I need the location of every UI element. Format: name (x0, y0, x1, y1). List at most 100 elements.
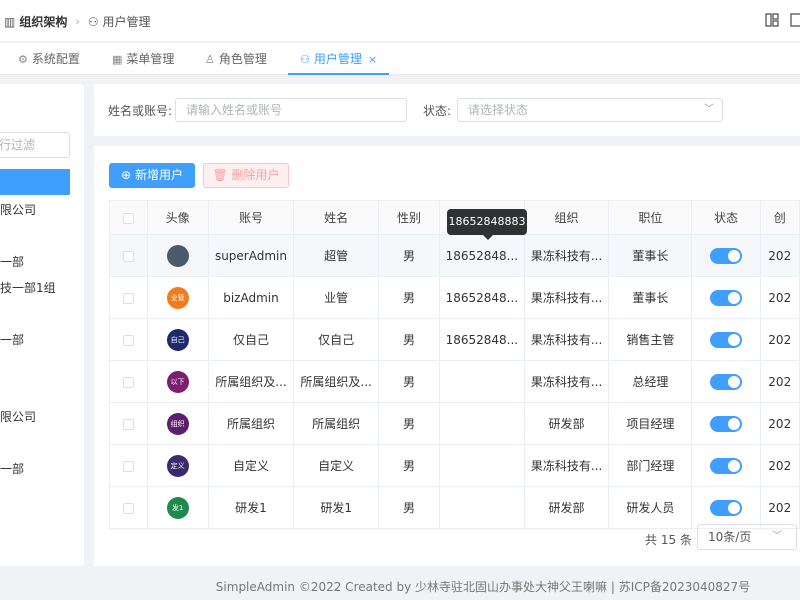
cell-account: bizAdmin (207, 276, 295, 319)
status-switch[interactable] (691, 402, 761, 445)
cell-gender: 男 (378, 444, 440, 487)
tree-item-selected[interactable] (0, 169, 70, 195)
avatar-image: 发1 (166, 496, 189, 519)
status-switch[interactable] (691, 360, 761, 403)
avatar-image: 以下 (166, 370, 189, 393)
tree-item[interactable]: 限公司 (0, 201, 36, 218)
cell-created: 202 (759, 318, 800, 361)
avatar: 以下 (146, 360, 209, 403)
tab-label: 用户管理 (313, 52, 362, 66)
tree-filter-input[interactable]: 行过滤 (0, 132, 70, 158)
checkbox[interactable] (122, 292, 134, 304)
tab-role-management[interactable]: ♙ 角色管理 (205, 43, 267, 75)
name-search-input[interactable]: 请输入姓名或账号 (175, 98, 407, 122)
cell-org: 果冻科技有... (523, 360, 610, 403)
name-label: 姓名或账号: (108, 104, 173, 118)
col-header-status: 状态 (691, 200, 761, 235)
chevron-right-icon: › (75, 15, 80, 28)
page-size-value: 10条/页 (708, 530, 752, 544)
row-checkbox[interactable] (109, 360, 148, 403)
org-icon: ▥ (4, 14, 16, 29)
status-switch[interactable] (691, 276, 761, 319)
cell-gender: 男 (378, 234, 440, 277)
row-checkbox[interactable] (109, 486, 148, 529)
cell-created: 202 (759, 360, 800, 403)
layout-icon[interactable] (764, 12, 780, 28)
toggle-switch[interactable] (709, 247, 742, 264)
table-row[interactable]: 自己 仅自己 仅自己男 18652848... 果冻科技有... 销售主管 202 (109, 318, 800, 361)
cell-org: 果冻科技有... (523, 234, 610, 277)
chevron-down-icon: ﹀ (704, 104, 714, 115)
breadcrumb-root[interactable]: 组织架构 (19, 13, 67, 30)
toggle-switch[interactable] (709, 499, 742, 516)
checkbox[interactable] (122, 334, 134, 346)
cell-phone[interactable]: 18652848... (438, 234, 525, 277)
avatar-image: 自己 (166, 328, 189, 351)
tab-system-config[interactable]: ⚙ 系统配置 (18, 43, 80, 75)
delete-user-button[interactable]: 🗑 删除用户 (203, 163, 289, 188)
tab-label: 菜单管理 (126, 52, 175, 66)
cell-position: 部门经理 (608, 444, 693, 487)
top-header: ▥ 组织架构 › ⚇ 用户管理 (0, 0, 800, 42)
grid-icon[interactable] (788, 12, 800, 28)
tree-item[interactable]: 一部 (0, 253, 24, 270)
table-row[interactable]: superAdmin 超管男 18652848... 果冻科技有... 董事长 202 (109, 234, 800, 277)
cell-name: 所属组织及... (293, 360, 379, 403)
toggle-switch[interactable] (709, 289, 742, 306)
cell-org: 果冻科技有... (523, 318, 610, 361)
status-switch[interactable] (691, 444, 761, 487)
checkbox[interactable] (122, 502, 134, 514)
row-checkbox[interactable] (109, 234, 148, 277)
tree-item[interactable]: 一部 (0, 331, 24, 348)
col-header-position: 职位 (608, 200, 693, 235)
add-user-button[interactable]: ⊕ 新增用户 (109, 163, 195, 188)
cell-phone[interactable]: 18652848... (438, 318, 525, 361)
cell-name: 业管 (293, 276, 379, 319)
status-switch[interactable] (691, 318, 761, 361)
tree-item[interactable]: 限公司 (0, 408, 36, 425)
toggle-switch[interactable] (709, 331, 742, 348)
col-header-created: 创 (759, 200, 800, 235)
checkbox[interactable] (122, 460, 134, 472)
cell-name: 研发1 (293, 486, 379, 529)
tab-menu-management[interactable]: ▦ 菜单管理 (112, 43, 174, 75)
tab-bar: ⚙ 系统配置 ▦ 菜单管理 ♙ 角色管理 ⚇ 用户管理 × (0, 43, 800, 75)
status-switch[interactable] (691, 234, 761, 277)
table-row[interactable]: 发1 研发1 研发1 男研发部 研发人员 202 (109, 486, 800, 529)
avatar: 业管 (146, 276, 209, 319)
toggle-switch[interactable] (709, 415, 742, 432)
table-row[interactable]: 业管 bizAdmin 业管男 18652848... 果冻科技有... 董事长 202 (109, 276, 800, 319)
cell-created: 202 (759, 234, 800, 277)
close-icon[interactable]: × (368, 53, 377, 66)
delete-user-label: 删除用户 (231, 168, 280, 182)
row-checkbox[interactable] (109, 444, 148, 487)
table-row[interactable]: 定义 自定义 自定义男果冻科技有... 部门经理 202 (109, 444, 800, 487)
cell-phone[interactable] (438, 486, 525, 529)
checkbox[interactable] (122, 376, 134, 388)
table-row[interactable]: 组织 所属组织 所属组织男研发部 项目经理 202 (109, 402, 800, 445)
avatar (146, 234, 209, 277)
row-checkbox[interactable] (109, 402, 148, 445)
cell-phone[interactable] (438, 444, 525, 487)
row-checkbox[interactable] (109, 318, 148, 361)
col-header-gender: 性别 (378, 200, 440, 235)
cell-phone[interactable] (438, 402, 525, 445)
toggle-switch[interactable] (709, 373, 742, 390)
tab-user-management[interactable]: ⚇ 用户管理 × (288, 43, 390, 75)
tree-item[interactable]: 技一部1组 (0, 279, 56, 296)
cell-created: 202 (759, 444, 800, 487)
page-size-select[interactable]: 10条/页 ﹀ (697, 524, 797, 550)
cell-phone[interactable] (438, 360, 525, 403)
checkbox[interactable] (122, 418, 134, 430)
status-switch[interactable] (691, 486, 761, 529)
toggle-switch[interactable] (709, 457, 742, 474)
tree-item[interactable]: 一部 (0, 460, 24, 477)
cell-phone[interactable]: 18652848... (438, 276, 525, 319)
row-checkbox[interactable] (109, 276, 148, 319)
gear-icon: ⚙ (18, 53, 28, 66)
table-row[interactable]: 以下 所属组织及... 所属组织及... 男果冻科技有... 总经理 202 (109, 360, 800, 403)
status-select-placeholder: 请选择状态 (468, 103, 529, 117)
status-select[interactable]: 请选择状态 ﹀ (457, 98, 723, 122)
select-all-checkbox[interactable] (109, 200, 148, 235)
checkbox[interactable] (122, 250, 134, 262)
